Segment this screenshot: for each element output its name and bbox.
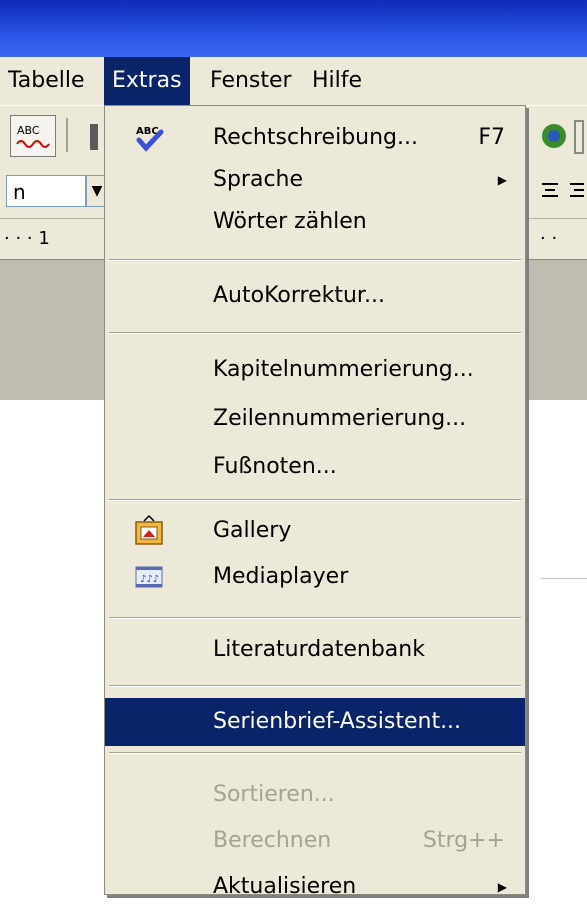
submenu-arrow-icon: ▶ [497, 880, 507, 894]
menu-item-zeilennummerierung[interactable]: Zeilennummerierung... [105, 398, 525, 440]
menu-item-label: AutoKorrektur... [213, 283, 385, 308]
page-margin-line [540, 578, 587, 579]
menu-item-label: Serienbrief-Assistent... [213, 709, 462, 734]
menu-item-label: Zeilennummerierung... [213, 406, 467, 431]
menu-separator [109, 259, 521, 261]
font-name-field[interactable]: n [6, 175, 86, 207]
svg-text:♪♪♪: ♪♪♪ [140, 574, 159, 585]
ruler-right-marks: · · [540, 228, 558, 249]
menu-item-label: Gallery [213, 518, 292, 543]
menu-item-label: Sortieren... [213, 782, 335, 807]
menu-item-aktualisieren[interactable]: Aktualisieren ▶ [105, 866, 525, 908]
menu-item-serienbrief-assistent[interactable]: Serienbrief-Assistent... [105, 698, 525, 746]
menu-item-rechtschreibung[interactable]: ABC Rechtschreibung... F7 [105, 117, 525, 159]
menu-item-woerter-zaehlen[interactable]: Wörter zählen [105, 201, 525, 243]
menu-item-label: Sprache [213, 167, 304, 192]
menu-item-label: Rechtschreibung... [213, 125, 419, 150]
gallery-icon [135, 515, 163, 545]
menu-item-shortcut: F7 [478, 125, 505, 150]
menu-item-label: Wörter zählen [213, 209, 367, 234]
menu-separator [109, 752, 521, 754]
menu-item-label: Aktualisieren [213, 874, 357, 899]
menu-separator [109, 617, 521, 619]
cut-icon[interactable] [86, 122, 106, 152]
mediaplayer-icon: ♪♪♪ [135, 566, 163, 588]
menu-separator [109, 332, 521, 334]
ruler-left-marks: · · · 1 [4, 228, 50, 249]
menu-item-autokorrektur[interactable]: AutoKorrektur... [105, 275, 525, 317]
menu-tabelle[interactable]: Tabelle [0, 57, 93, 105]
toolbar-separator [66, 118, 68, 152]
menu-item-label: Literaturdatenbank [213, 637, 425, 662]
navigator-icon[interactable] [540, 120, 570, 154]
menu-item-label: Kapitelnummerierung... [213, 357, 474, 382]
menu-item-shortcut: Strg++ [422, 828, 505, 853]
spellcheck-toolbar-button[interactable]: ABC [10, 115, 56, 157]
menu-item-mediaplayer[interactable]: ♪♪♪ Mediaplayer [105, 556, 525, 598]
menu-item-label: Mediaplayer [213, 564, 349, 589]
menu-item-sprache[interactable]: Sprache ▶ [105, 159, 525, 201]
menu-item-gallery[interactable]: Gallery [105, 510, 525, 552]
menu-bar: Tabelle Extras Fenster Hilfe [0, 57, 587, 105]
menu-hilfe[interactable]: Hilfe [304, 57, 370, 105]
menu-item-fussnoten[interactable]: Fußnoten... [105, 446, 525, 488]
extras-menu: ABC Rechtschreibung... F7 Sprache ▶ Wört… [104, 105, 526, 899]
menu-fenster[interactable]: Fenster [202, 57, 300, 105]
menu-item-label: Berechnen [213, 828, 332, 853]
menu-item-literaturdatenbank[interactable]: Literaturdatenbank [105, 629, 525, 671]
toolbar-button-partial[interactable] [574, 120, 584, 154]
align-center-icon[interactable] [540, 180, 560, 202]
menu-item-label: Fußnoten... [213, 454, 337, 479]
title-bar [0, 0, 587, 57]
menu-separator [109, 499, 521, 501]
menu-item-kapitelnummerierung[interactable]: Kapitelnummerierung... [105, 349, 525, 391]
menu-extras[interactable]: Extras [104, 57, 190, 105]
align-right-icon[interactable] [568, 180, 586, 202]
spellcheck-icon: ABC [16, 124, 50, 148]
menu-separator [109, 685, 521, 687]
svg-text:ABC: ABC [17, 124, 40, 137]
menu-item-sortieren[interactable]: Sortieren... [105, 774, 525, 816]
spellcheck-icon: ABC [136, 126, 164, 152]
menu-item-berechnen[interactable]: Berechnen Strg++ [105, 820, 525, 862]
submenu-arrow-icon: ▶ [497, 173, 507, 187]
